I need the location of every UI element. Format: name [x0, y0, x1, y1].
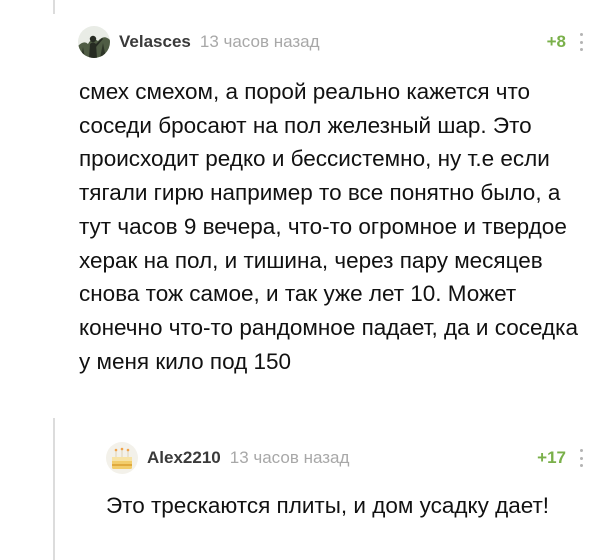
comment-header: Velasces 13 часов назад +8 [78, 25, 584, 59]
avatar[interactable] [78, 26, 110, 58]
avatar[interactable] [106, 442, 138, 474]
forest-figure-avatar-icon [78, 26, 110, 58]
reply-text: Это трескаются плиты, и дом усадку дает! [106, 493, 550, 518]
thread-line [53, 418, 55, 560]
thread-line [53, 0, 55, 14]
comment-time[interactable]: 13 часов назад [200, 32, 320, 52]
more-options-icon[interactable] [578, 449, 584, 467]
reply-header: Alex2210 13 часов назад +17 [106, 441, 584, 475]
comment-thread: Velasces 13 часов назад +8 смех смехом, … [0, 0, 601, 560]
comment-rating: +17 [537, 448, 566, 467]
comment-rating: +8 [546, 32, 566, 51]
comment-text: смех смехом, а порой реально кажется что… [79, 79, 578, 374]
comment-time[interactable]: 13 часов назад [230, 448, 350, 468]
more-options-icon[interactable] [578, 33, 584, 51]
username[interactable]: Velasces [119, 32, 191, 52]
username[interactable]: Alex2210 [147, 448, 221, 468]
cake-avatar-icon [106, 442, 138, 474]
